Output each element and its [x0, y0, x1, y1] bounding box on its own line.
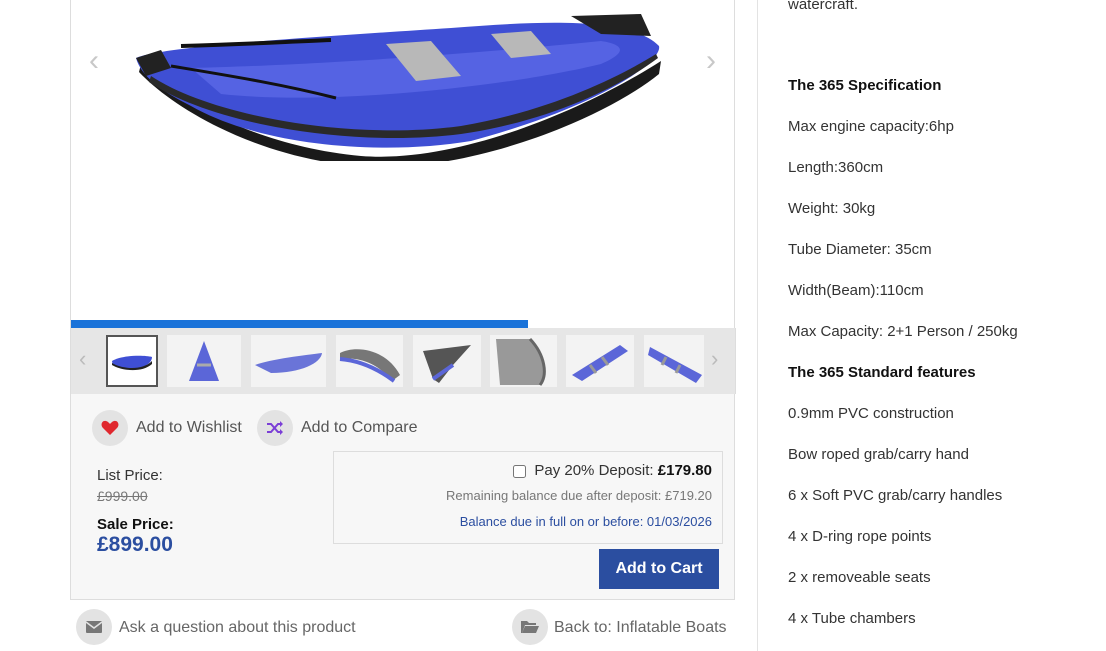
- thumbnail-7[interactable]: [566, 335, 634, 387]
- list-price-label: List Price:: [97, 467, 163, 484]
- thumbnail-2[interactable]: [167, 335, 241, 387]
- thumbnail-3[interactable]: [251, 335, 326, 387]
- spec-item: Tube Diameter: 35cm: [788, 241, 932, 258]
- remaining-balance-text: Remaining balance due after deposit: £71…: [446, 488, 712, 503]
- feature-item: 6 x Soft PVC grab/carry handles: [788, 487, 1003, 504]
- thumbnail-1[interactable]: [106, 335, 158, 387]
- sale-price-label: Sale Price:: [97, 516, 174, 533]
- back-to-category-link[interactable]: Back to: Inflatable Boats: [554, 619, 727, 637]
- chevron-left-icon[interactable]: ‹: [79, 46, 109, 76]
- column-divider: [757, 0, 758, 651]
- deposit-box: Pay 20% Deposit: £179.80 Remaining balan…: [333, 451, 723, 544]
- list-price-value: £999.00: [97, 488, 148, 504]
- chevron-right-icon[interactable]: ›: [696, 46, 726, 76]
- add-to-wishlist-link[interactable]: Add to Wishlist: [136, 419, 242, 437]
- product-image-gallery: ‹ ›: [70, 0, 735, 329]
- description-text: watercraft.: [788, 0, 859, 13]
- product-actions-panel: Add to Wishlist Add to Compare List Pric…: [70, 394, 735, 600]
- deposit-label[interactable]: Pay 20% Deposit:: [534, 462, 653, 479]
- feature-item: 4 x D-ring rope points: [788, 528, 932, 545]
- add-to-cart-button[interactable]: Add to Cart: [599, 549, 719, 589]
- thumb-next-icon[interactable]: ›: [711, 346, 718, 372]
- feature-item: Bow roped grab/carry hand: [788, 446, 969, 463]
- shuffle-icon[interactable]: [257, 410, 293, 446]
- envelope-icon[interactable]: [76, 609, 112, 645]
- deposit-amount: £179.80: [657, 462, 712, 479]
- sale-price-value: £899.00: [97, 533, 173, 556]
- gallery-progress-bar: [71, 320, 528, 328]
- add-to-compare-link[interactable]: Add to Compare: [301, 419, 418, 437]
- thumbnail-strip: ‹ ›: [70, 328, 736, 394]
- folder-open-icon[interactable]: [512, 609, 548, 645]
- boat-image[interactable]: [131, 6, 671, 161]
- spec-item: Length:360cm: [788, 159, 884, 176]
- thumbnail-4[interactable]: [336, 335, 403, 387]
- spec-item: Max engine capacity:6hp: [788, 118, 954, 135]
- heart-icon[interactable]: [92, 410, 128, 446]
- thumbnail-6[interactable]: [490, 335, 557, 387]
- ask-question-link[interactable]: Ask a question about this product: [119, 619, 356, 637]
- feature-item: 0.9mm PVC construction: [788, 405, 954, 422]
- spec-heading: The 365 Specification: [788, 77, 942, 94]
- spec-item: Width(Beam):110cm: [788, 282, 924, 299]
- features-heading: The 365 Standard features: [788, 364, 976, 381]
- deposit-checkbox[interactable]: [513, 464, 527, 478]
- balance-due-text: Balance due in full on or before: 01/03/…: [459, 514, 712, 529]
- thumbnail-8[interactable]: [644, 335, 704, 387]
- thumbnail-5[interactable]: [413, 335, 481, 387]
- feature-item: 4 x Tube chambers: [788, 610, 916, 627]
- spec-item: Weight: 30kg: [788, 200, 876, 217]
- spec-item: Max Capacity: 2+1 Person / 250kg: [788, 323, 1018, 340]
- feature-item: 2 x removeable seats: [788, 569, 931, 586]
- thumb-prev-icon[interactable]: ‹: [79, 346, 86, 372]
